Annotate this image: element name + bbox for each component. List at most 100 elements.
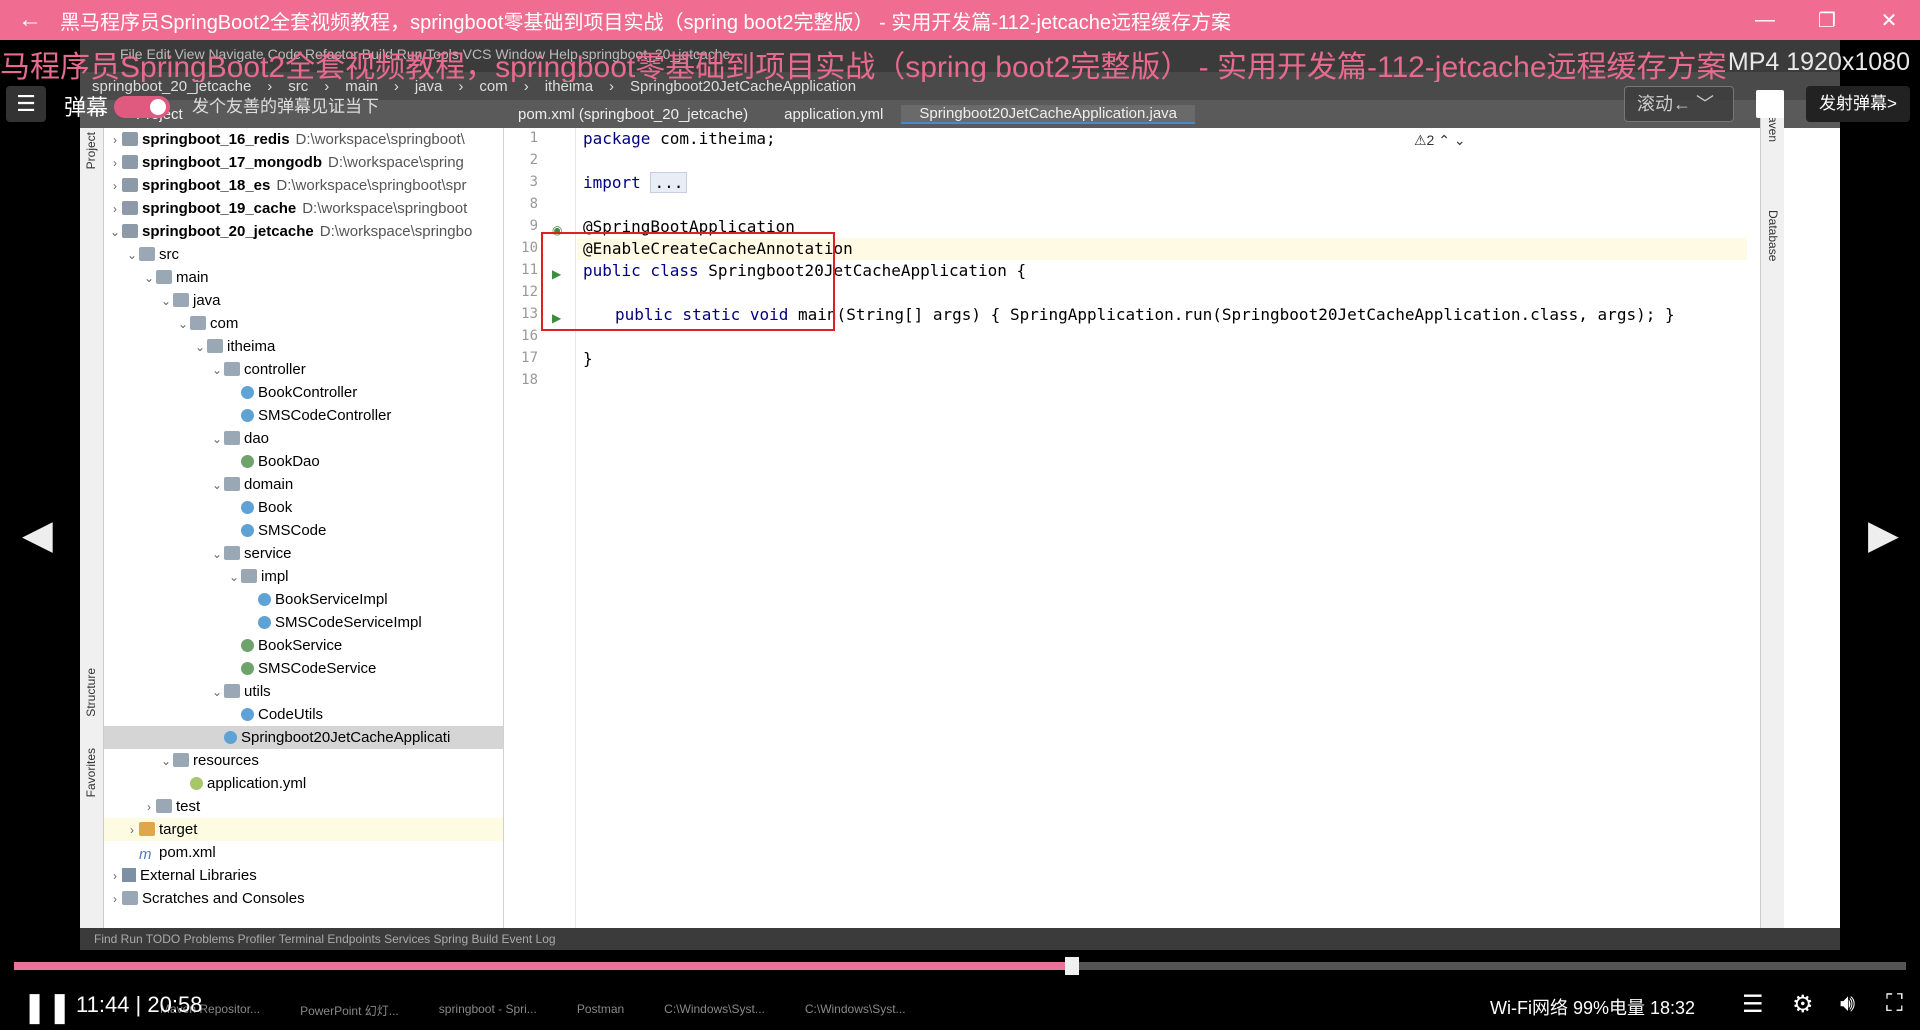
tree-item[interactable]: ⌄ springboot_20_jetcache D:\workspace\spri… [104, 220, 503, 243]
chevron-icon[interactable]: › [108, 198, 122, 221]
folder-icon [224, 362, 240, 376]
chevron-icon[interactable]: ⌄ [176, 313, 190, 336]
progress-fill [14, 962, 1072, 970]
settings-icon[interactable]: ⚙ [1792, 990, 1814, 1019]
tree-item[interactable]: › springboot_16_redis D:\workspace\springb… [104, 128, 503, 151]
warning-indicator[interactable]: ⚠2 ⌃ ⌄ [1414, 132, 1466, 149]
line-number: 9 [529, 218, 538, 234]
close-button[interactable]: ✕ [1858, 8, 1920, 33]
chevron-icon[interactable]: › [142, 796, 156, 819]
send-danmaku-button[interactable]: 发射弹幕> [1806, 86, 1910, 122]
tree-item[interactable]: ⌄ service [104, 542, 503, 565]
tree-item-label: test [176, 798, 201, 815]
tree-item[interactable]: BookServiceImpl [104, 588, 503, 611]
chevron-icon[interactable]: ⌄ [210, 474, 224, 497]
keyword: package [583, 129, 651, 148]
chevron-icon[interactable]: ⌄ [108, 221, 122, 244]
tree-item[interactable]: › External Libraries [104, 864, 503, 887]
back-icon[interactable]: ← [0, 6, 60, 34]
tree-item[interactable]: SMSCodeServiceImpl [104, 611, 503, 634]
tree-item[interactable]: ⌄ main [104, 266, 503, 289]
chevron-icon[interactable]: › [108, 152, 122, 175]
tool-project[interactable]: Project [84, 132, 98, 169]
danmaku-input[interactable]: 发个友善的弹幕见证当下 [192, 92, 379, 117]
libs-icon [122, 868, 136, 882]
tree-item[interactable]: ⌄ domain [104, 473, 503, 496]
tree-item-label: SMSCode [258, 522, 327, 539]
tree-item[interactable]: › Scratches and Consoles [104, 887, 503, 910]
video-frame[interactable]: File Edit View Navigate Code Refactor Bu… [80, 40, 1840, 950]
menu-icon[interactable]: ☰ [6, 86, 46, 122]
tree-item[interactable]: application.yml [104, 772, 503, 795]
toggle-knob [150, 99, 166, 115]
tree-item[interactable]: ⌄ java [104, 289, 503, 312]
tool-favorites[interactable]: Favorites [84, 748, 98, 797]
fullscreen-icon[interactable]: ⛶ [1886, 990, 1903, 1018]
annotation-highlight-box [541, 232, 835, 331]
danmaku-mode-select[interactable]: 滚动← ﹀ [1624, 86, 1734, 122]
folded-imports[interactable]: ... [650, 172, 688, 193]
chevron-icon[interactable]: › [108, 129, 122, 152]
tree-item[interactable]: ⌄ com [104, 312, 503, 335]
tree-item[interactable]: Book [104, 496, 503, 519]
tree-item[interactable]: BookDao [104, 450, 503, 473]
progress-bar[interactable] [14, 957, 1906, 975]
chevron-icon[interactable]: ⌄ [159, 750, 173, 773]
progress-thumb[interactable] [1064, 957, 1079, 975]
minimize-button[interactable]: — [1734, 9, 1796, 32]
chevron-icon[interactable]: ⌄ [210, 543, 224, 566]
chevron-icon[interactable]: ⌄ [210, 428, 224, 451]
prev-arrow-icon[interactable]: ◀ [22, 512, 53, 558]
tree-item[interactable]: ⌄ controller [104, 358, 503, 381]
pause-icon[interactable]: ❚❚ [22, 990, 72, 1025]
tree-item[interactable]: BookController [104, 381, 503, 404]
chevron-icon[interactable]: › [108, 888, 122, 911]
tree-item[interactable]: ⌄ impl [104, 565, 503, 588]
chevron-icon[interactable]: ⌄ [193, 336, 207, 359]
tree-item[interactable]: SMSCodeController [104, 404, 503, 427]
tree-item[interactable]: ⌄ itheima [104, 335, 503, 358]
tree-item[interactable]: ⌄ resources [104, 749, 503, 772]
taskbar-item: C:\Windows\Syst... [664, 1002, 765, 1016]
chevron-icon[interactable]: ⌄ [210, 359, 224, 382]
chevron-icon[interactable]: ⌄ [227, 566, 241, 589]
tree-item-label: springboot_16_redis [142, 131, 290, 148]
line-number: 12 [521, 284, 538, 300]
tree-item[interactable]: › springboot_19_cache D:\workspace\springb… [104, 197, 503, 220]
chevron-icon[interactable]: › [108, 175, 122, 198]
chevron-icon[interactable]: ⌄ [210, 681, 224, 704]
chevron-icon[interactable]: › [125, 819, 139, 842]
code-editor[interactable]: package com.itheima; import ... @SpringB… [541, 128, 1747, 928]
tree-item-label: Book [258, 499, 293, 516]
next-arrow-icon[interactable]: ▶ [1868, 512, 1899, 558]
playlist-icon[interactable]: ☰ [1742, 990, 1764, 1019]
tree-item[interactable]: › springboot_17_mongodb D:\workspace\sprin… [104, 151, 503, 174]
tree-item[interactable]: › springboot_18_es D:\workspace\springboot… [104, 174, 503, 197]
cls-icon [258, 593, 271, 606]
tree-item[interactable]: ⌄ src [104, 243, 503, 266]
tree-item[interactable]: › test [104, 795, 503, 818]
chevron-icon[interactable]: › [108, 865, 122, 888]
tree-item[interactable]: SMSCodeService [104, 657, 503, 680]
chevron-icon[interactable]: ⌄ [125, 244, 139, 267]
tree-item[interactable]: BookService [104, 634, 503, 657]
chevron-icon[interactable]: ⌄ [159, 290, 173, 313]
danmaku-color-picker[interactable] [1756, 90, 1784, 118]
tree-item[interactable]: Springboot20JetCacheApplicati [104, 726, 503, 749]
tool-structure[interactable]: Structure [84, 668, 98, 717]
tree-item-label: application.yml [207, 775, 307, 792]
cls-icon [241, 501, 254, 514]
cls-icon [241, 524, 254, 537]
tree-item-path: D:\workspace\springboot\spr [276, 177, 467, 194]
danmaku-toggle[interactable] [114, 96, 170, 118]
tool-database[interactable]: Database [1766, 210, 1780, 261]
tree-item[interactable]: ⌄ dao [104, 427, 503, 450]
tree-item[interactable]: › target [104, 818, 503, 841]
volume-icon[interactable]: 🔊︎ [1840, 990, 1855, 1018]
tree-item[interactable]: m pom.xml [104, 841, 503, 864]
tree-item[interactable]: ⌄ utils [104, 680, 503, 703]
restore-button[interactable]: ❐ [1796, 8, 1858, 33]
tree-item[interactable]: CodeUtils [104, 703, 503, 726]
tree-item[interactable]: SMSCode [104, 519, 503, 542]
chevron-icon[interactable]: ⌄ [142, 267, 156, 290]
